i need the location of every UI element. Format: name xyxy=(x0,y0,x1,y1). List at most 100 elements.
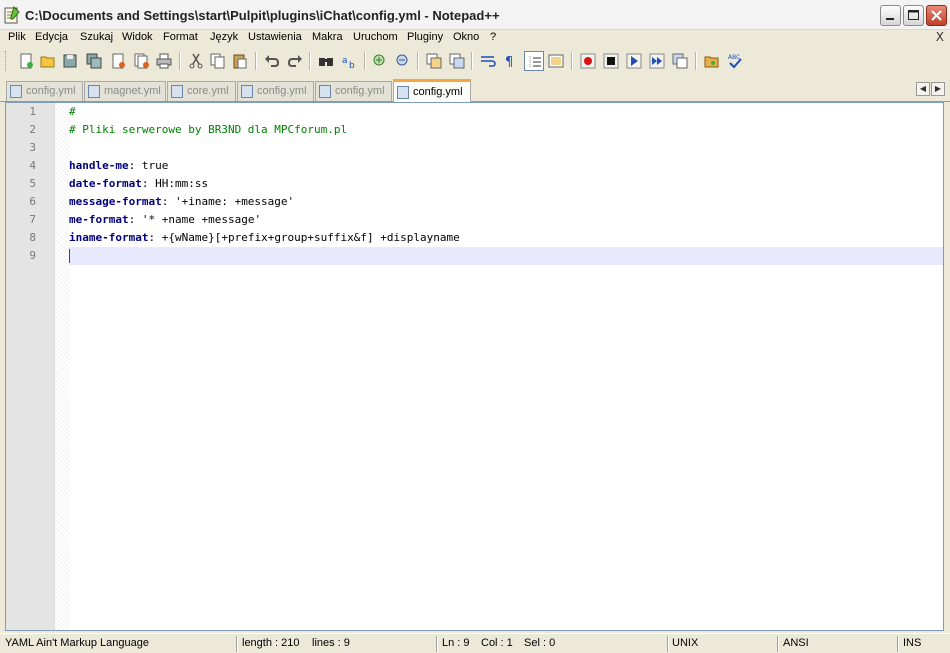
value-token: : HH:mm:ss xyxy=(141,177,209,190)
status-insert-mode: INS xyxy=(903,637,922,649)
menu-bar: Plik Edycja Szukaj Widok Format Język Us… xyxy=(0,30,950,47)
menu-format[interactable]: Format xyxy=(163,31,198,43)
file-icon xyxy=(88,85,100,98)
word-wrap-button[interactable] xyxy=(478,51,498,71)
key-token: me-format xyxy=(69,213,129,226)
folder-button[interactable] xyxy=(702,51,722,71)
menu-szukaj[interactable]: Szukaj xyxy=(80,31,113,43)
document-tab-bar: config.yml magnet.yml core.yml config.ym… xyxy=(0,76,950,102)
fold-margin[interactable] xyxy=(54,103,70,630)
paste-button[interactable] xyxy=(230,51,250,71)
play-macro-icon xyxy=(626,53,642,69)
cut-icon xyxy=(189,53,203,69)
status-divider xyxy=(897,636,899,652)
tab-config-yml-active[interactable]: config.yml xyxy=(393,79,471,102)
toolbar-separator xyxy=(571,52,573,70)
svg-text:b: b xyxy=(349,61,355,69)
close-button[interactable] xyxy=(926,5,947,26)
run-macro-multiple-button[interactable] xyxy=(647,51,667,71)
new-file-button[interactable] xyxy=(16,51,36,71)
menu-help[interactable]: ? xyxy=(490,31,496,43)
window-title: C:\Documents and Settings\start\Pulpit\p… xyxy=(25,8,500,23)
show-all-chars-button[interactable]: ¶ xyxy=(500,51,520,71)
close-file-button[interactable] xyxy=(108,51,128,71)
svg-text:¶: ¶ xyxy=(505,55,513,69)
status-length: length : 210 xyxy=(242,637,300,649)
file-icon xyxy=(319,85,331,98)
play-macro-button[interactable] xyxy=(624,51,644,71)
zoom-in-button[interactable] xyxy=(370,51,390,71)
key-token: message-format xyxy=(69,195,162,208)
tab-magnet-yml[interactable]: magnet.yml xyxy=(84,81,166,101)
title-bar[interactable]: C:\Documents and Settings\start\Pulpit\p… xyxy=(0,0,950,30)
tab-config-yml-2[interactable]: config.yml xyxy=(237,81,314,101)
copy-button[interactable] xyxy=(208,51,228,71)
toolbar-separator xyxy=(364,52,366,70)
save-all-button[interactable] xyxy=(84,51,104,71)
redo-icon xyxy=(287,55,302,67)
sync-horizontal-button[interactable] xyxy=(447,51,467,71)
find-button[interactable] xyxy=(316,51,336,71)
indent-guide-button[interactable] xyxy=(524,51,544,71)
save-all-icon xyxy=(86,53,102,69)
menu-pluginy[interactable]: Pluginy xyxy=(407,31,443,43)
menu-widok[interactable]: Widok xyxy=(122,31,153,43)
status-divider xyxy=(667,636,669,652)
maximize-button[interactable] xyxy=(903,5,924,26)
copy-icon xyxy=(210,53,225,69)
menu-ustawienia[interactable]: Ustawienia xyxy=(248,31,302,43)
menu-jezyk[interactable]: Język xyxy=(210,31,238,43)
menu-plik[interactable]: Plik xyxy=(8,31,26,43)
close-all-button[interactable] xyxy=(132,51,152,71)
text-caret xyxy=(69,249,70,263)
code-line: iname-format: +{wName}[+prefix+group+suf… xyxy=(69,231,460,244)
close-file-icon xyxy=(112,53,125,69)
minimize-button[interactable] xyxy=(880,5,901,26)
indent-guide-icon xyxy=(529,56,541,68)
save-macro-button[interactable] xyxy=(670,51,690,71)
save-macro-icon xyxy=(672,53,688,69)
line-number: 4 xyxy=(29,159,36,172)
spellcheck-button[interactable]: ABC xyxy=(725,51,745,71)
undo-button[interactable] xyxy=(262,51,282,71)
tab-config-yml-1[interactable]: config.yml xyxy=(6,81,83,101)
tab-scroll-right-button[interactable]: ▶ xyxy=(931,82,945,96)
tab-label: config.yml xyxy=(413,86,463,98)
code-editor[interactable]: 1 #2 # Pliki serwerowe by BR3ND dla MPCfor… xyxy=(5,102,944,631)
replace-button[interactable]: ab xyxy=(339,51,359,71)
toolbar-separator xyxy=(695,52,697,70)
zoom-in-icon xyxy=(373,54,385,66)
cut-button[interactable] xyxy=(186,51,206,71)
tab-core-yml[interactable]: core.yml xyxy=(167,81,236,101)
code-line: handle-me: true xyxy=(69,159,168,172)
comment-token: # xyxy=(69,105,76,118)
key-token: handle-me xyxy=(69,159,129,172)
redo-button[interactable] xyxy=(285,51,305,71)
menu-makra[interactable]: Makra xyxy=(312,31,343,43)
close-document-button[interactable]: X xyxy=(936,30,944,44)
zoom-out-button[interactable] xyxy=(393,51,413,71)
toolbar-separator xyxy=(179,52,181,70)
save-button[interactable] xyxy=(60,51,80,71)
stop-macro-button[interactable] xyxy=(601,51,621,71)
minimize-icon xyxy=(886,18,894,20)
record-macro-button[interactable] xyxy=(578,51,598,71)
open-file-button[interactable] xyxy=(38,51,58,71)
save-icon xyxy=(63,54,77,68)
sync-vertical-button[interactable] xyxy=(424,51,444,71)
user-lang-button[interactable] xyxy=(546,51,566,71)
print-button[interactable] xyxy=(154,51,174,71)
line-number: 6 xyxy=(29,195,36,208)
maximize-icon xyxy=(908,10,919,20)
tab-config-yml-3[interactable]: config.yml xyxy=(315,81,392,101)
menu-edycja[interactable]: Edycja xyxy=(35,31,68,43)
line-number: 5 xyxy=(29,177,36,190)
menu-okno[interactable]: Okno xyxy=(453,31,479,43)
tab-scroll-left-button[interactable]: ◀ xyxy=(916,82,930,96)
menu-uruchom[interactable]: Uruchom xyxy=(353,31,398,43)
status-divider xyxy=(236,636,238,652)
line-number: 9 xyxy=(29,249,36,262)
file-icon xyxy=(397,86,409,99)
tab-label: magnet.yml xyxy=(104,85,161,97)
toolbar-grip[interactable] xyxy=(5,51,9,71)
